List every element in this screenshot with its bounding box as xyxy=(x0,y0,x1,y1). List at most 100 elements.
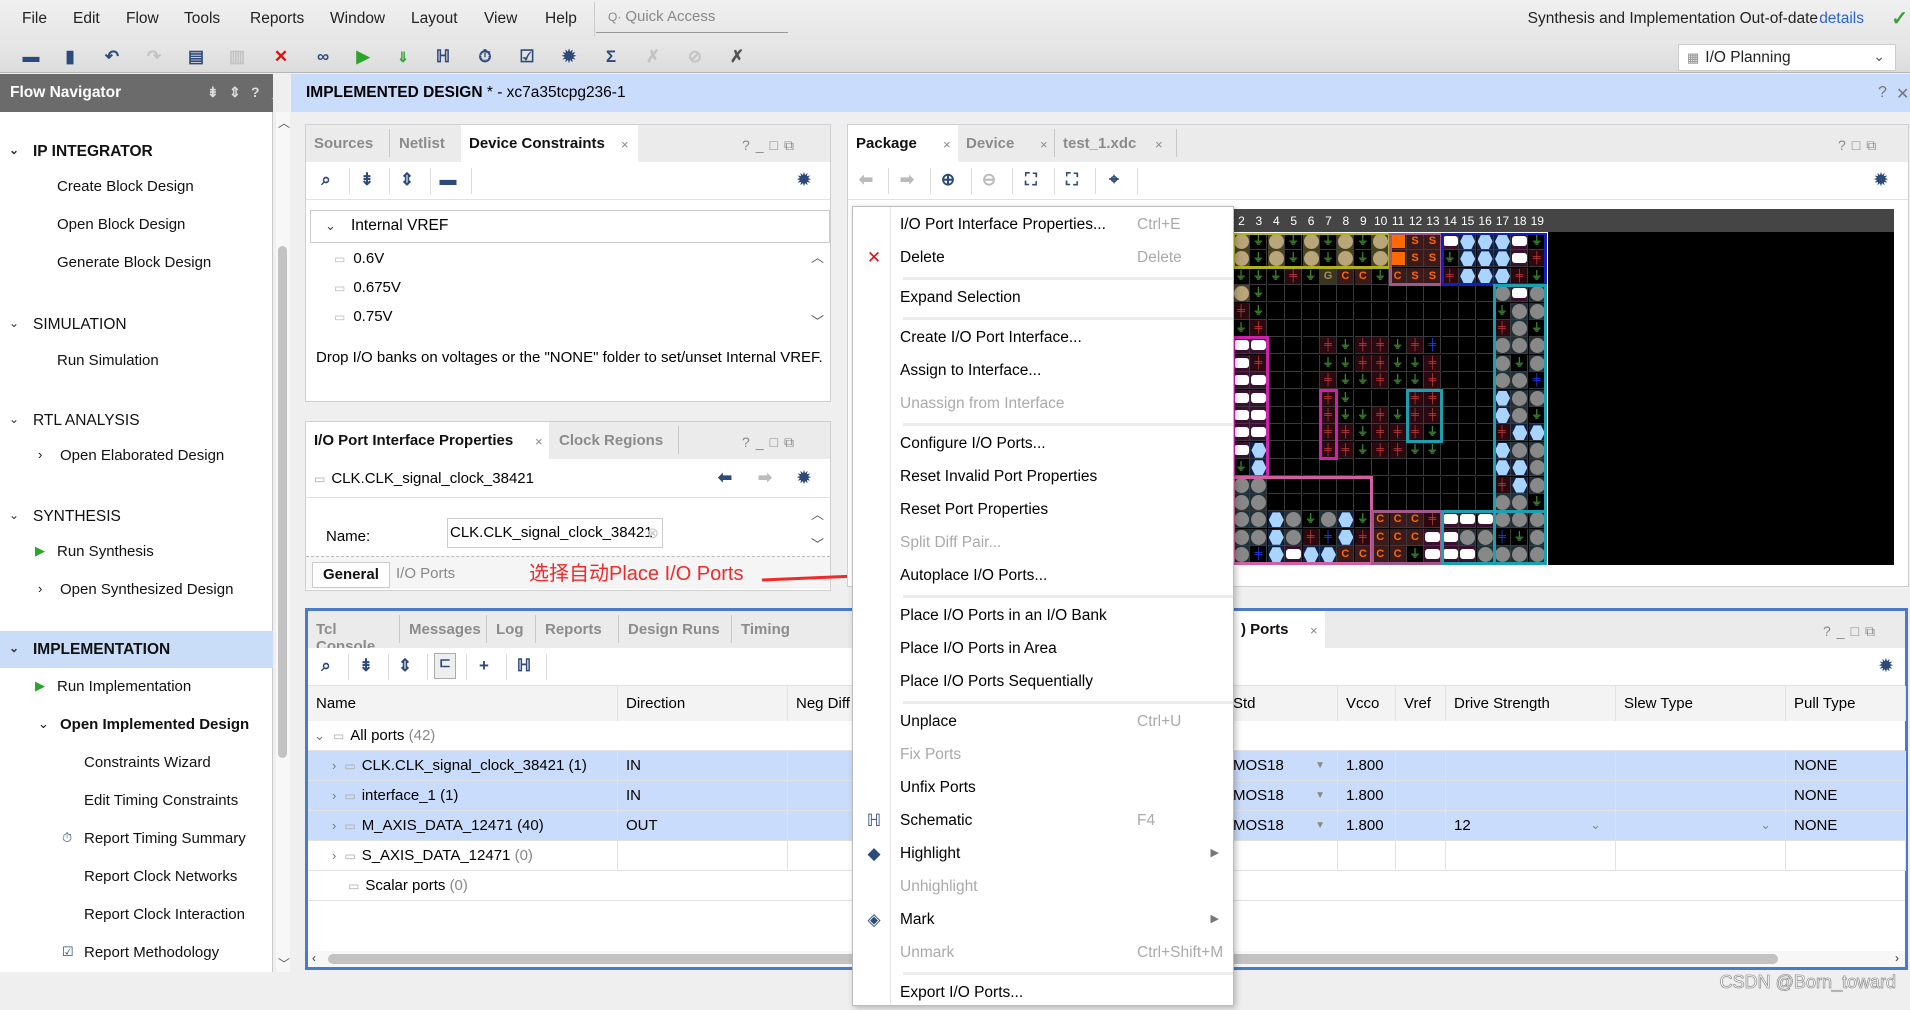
package-pin[interactable]: ╪ xyxy=(1494,477,1511,494)
close-icon[interactable]: × xyxy=(621,137,629,152)
tab-log[interactable]: Log xyxy=(488,611,534,648)
package-pin[interactable]: ╪ xyxy=(1355,337,1372,354)
package-pin[interactable]: ⏚ xyxy=(1337,407,1354,424)
dropdown-arrow-icon[interactable]: ▼ xyxy=(1315,760,1325,771)
nav-item-create-block-design[interactable]: Create Block Design xyxy=(57,178,194,195)
gear-icon[interactable]: ✹ xyxy=(1873,169,1889,192)
package-pin[interactable] xyxy=(1442,390,1459,407)
package-pin[interactable] xyxy=(1494,337,1511,354)
panel-window-controls[interactable]: ?□⧉ xyxy=(1838,137,1882,154)
package-pin[interactable] xyxy=(1511,477,1528,494)
package-pin[interactable] xyxy=(1320,320,1337,337)
package-pin[interactable]: S xyxy=(1407,250,1424,267)
package-pin[interactable] xyxy=(1303,337,1320,354)
menu-item-reset-port-properties[interactable]: Reset Port Properties xyxy=(853,494,1233,527)
cell-vcco[interactable]: 1.800 xyxy=(1338,781,1396,811)
package-pin[interactable] xyxy=(1303,546,1320,563)
package-pin[interactable]: ⏚ xyxy=(1320,355,1337,372)
package-pin[interactable] xyxy=(1285,285,1302,302)
zoom-out-icon[interactable]: ⊖ xyxy=(978,170,1000,190)
package-pin[interactable] xyxy=(1390,459,1407,476)
package-pin[interactable] xyxy=(1494,390,1511,407)
package-pin[interactable] xyxy=(1494,268,1511,285)
column-header-vcco[interactable]: Vcco xyxy=(1338,686,1396,721)
close-icon[interactable]: × xyxy=(943,137,951,152)
package-pin[interactable] xyxy=(1285,424,1302,441)
tab-device-constraints[interactable]: Device Constraints× xyxy=(461,125,638,162)
package-pin[interactable] xyxy=(1442,355,1459,372)
scroll-right-icon[interactable]: › xyxy=(1895,951,1899,965)
package-pin[interactable]: ╪ xyxy=(1355,355,1372,372)
package-pin[interactable] xyxy=(1442,442,1459,459)
package-pin[interactable]: ╪ xyxy=(1407,424,1424,441)
tab-messages[interactable]: Messages xyxy=(401,611,485,648)
tab-device[interactable]: Device× xyxy=(958,125,1053,162)
package-pin[interactable] xyxy=(1529,390,1546,407)
package-pin[interactable] xyxy=(1303,390,1320,407)
package-view[interactable]: 2345678910111213141516171819 ⏚⏚⏚⏚SS⏚⏚⏚⏚⏚… xyxy=(1231,209,1894,565)
package-pin[interactable] xyxy=(1268,477,1285,494)
cell-vcco[interactable]: 1.800 xyxy=(1338,751,1396,781)
package-pin[interactable] xyxy=(1372,459,1389,476)
menu-flow[interactable]: Flow xyxy=(126,10,159,28)
package-pin[interactable]: ⏚ xyxy=(1355,233,1372,250)
package-pin[interactable] xyxy=(1390,494,1407,511)
package-pin[interactable]: ⏚ xyxy=(1407,442,1424,459)
cell-direction[interactable]: IN xyxy=(618,781,788,811)
package-pin[interactable]: C xyxy=(1407,529,1424,546)
schematic-icon[interactable]: ℍ xyxy=(432,46,454,68)
package-pin[interactable] xyxy=(1285,459,1302,476)
package-pin[interactable] xyxy=(1320,285,1337,302)
menu-item-mark[interactable]: ◈Mark▶ xyxy=(853,904,1233,937)
cell-std[interactable] xyxy=(1233,841,1338,871)
package-pin[interactable] xyxy=(1511,511,1528,528)
cell-slew[interactable]: ⌄ xyxy=(1616,811,1786,841)
package-pin[interactable]: ╪ xyxy=(1355,529,1372,546)
find-icon[interactable]: ∞ xyxy=(312,46,334,68)
package-pin[interactable]: ⏚ xyxy=(1250,268,1267,285)
cell-name[interactable]: ›▭interface_1 (1) xyxy=(308,781,618,811)
close-icon[interactable]: × xyxy=(535,434,543,449)
package-pin[interactable] xyxy=(1268,442,1285,459)
subtab-io-ports[interactable]: I/O Ports xyxy=(386,562,465,588)
package-pin[interactable] xyxy=(1390,233,1407,250)
package-pin[interactable] xyxy=(1285,355,1302,372)
layout-select[interactable]: ▦I/O Planning⌄ xyxy=(1678,44,1896,71)
menu-item-export-i-o-ports[interactable]: Export I/O Ports... xyxy=(853,977,1233,1010)
package-pin[interactable] xyxy=(1355,459,1372,476)
panel-window-controls[interactable]: ?_□⧉ xyxy=(742,137,800,154)
cell-std[interactable]: MOS18▼ xyxy=(1233,751,1338,781)
package-pin[interactable] xyxy=(1459,407,1476,424)
package-pin[interactable] xyxy=(1459,320,1476,337)
package-pin[interactable] xyxy=(1424,320,1441,337)
tab-test-1-xdc[interactable]: test_1.xdc× xyxy=(1055,125,1175,162)
package-pin[interactable] xyxy=(1285,337,1302,354)
cell-slew[interactable] xyxy=(1616,751,1786,781)
package-pin[interactable] xyxy=(1477,285,1494,302)
package-pin[interactable]: ╪ xyxy=(1424,337,1441,354)
close-icon[interactable]: × xyxy=(1155,137,1163,152)
package-pin[interactable] xyxy=(1250,442,1267,459)
package-pin[interactable] xyxy=(1233,477,1250,494)
package-pin[interactable]: ╪ xyxy=(1337,424,1354,441)
package-pin[interactable] xyxy=(1494,511,1511,528)
package-pin[interactable] xyxy=(1355,477,1372,494)
column-header-std[interactable]: Std xyxy=(1233,686,1338,721)
package-pin[interactable]: ⏚ xyxy=(1337,372,1354,389)
package-pin[interactable]: ⏚ xyxy=(1303,511,1320,528)
package-pin[interactable]: ⏚ xyxy=(1337,337,1354,354)
scroll-down-icon[interactable]: ﹀ xyxy=(278,955,290,972)
package-pin[interactable] xyxy=(1285,442,1302,459)
menu-reports[interactable]: Reports xyxy=(250,10,304,28)
vref-item[interactable]: ▭0.75V xyxy=(334,308,393,325)
tab-tcl-console[interactable]: Tcl Console xyxy=(308,611,398,648)
menu-item-place-i-o-ports-in-area[interactable]: Place I/O Ports in Area xyxy=(853,633,1233,666)
package-pin[interactable]: ⏚ xyxy=(1407,372,1424,389)
package-pin[interactable] xyxy=(1233,390,1250,407)
cell-pull[interactable]: NONE xyxy=(1786,751,1906,781)
package-pin[interactable] xyxy=(1337,529,1354,546)
cell-pull[interactable] xyxy=(1786,841,1906,871)
package-pin[interactable] xyxy=(1459,477,1476,494)
expand-all-icon[interactable]: ⇕ xyxy=(396,170,418,190)
package-pin[interactable]: ⏚ xyxy=(1233,320,1250,337)
